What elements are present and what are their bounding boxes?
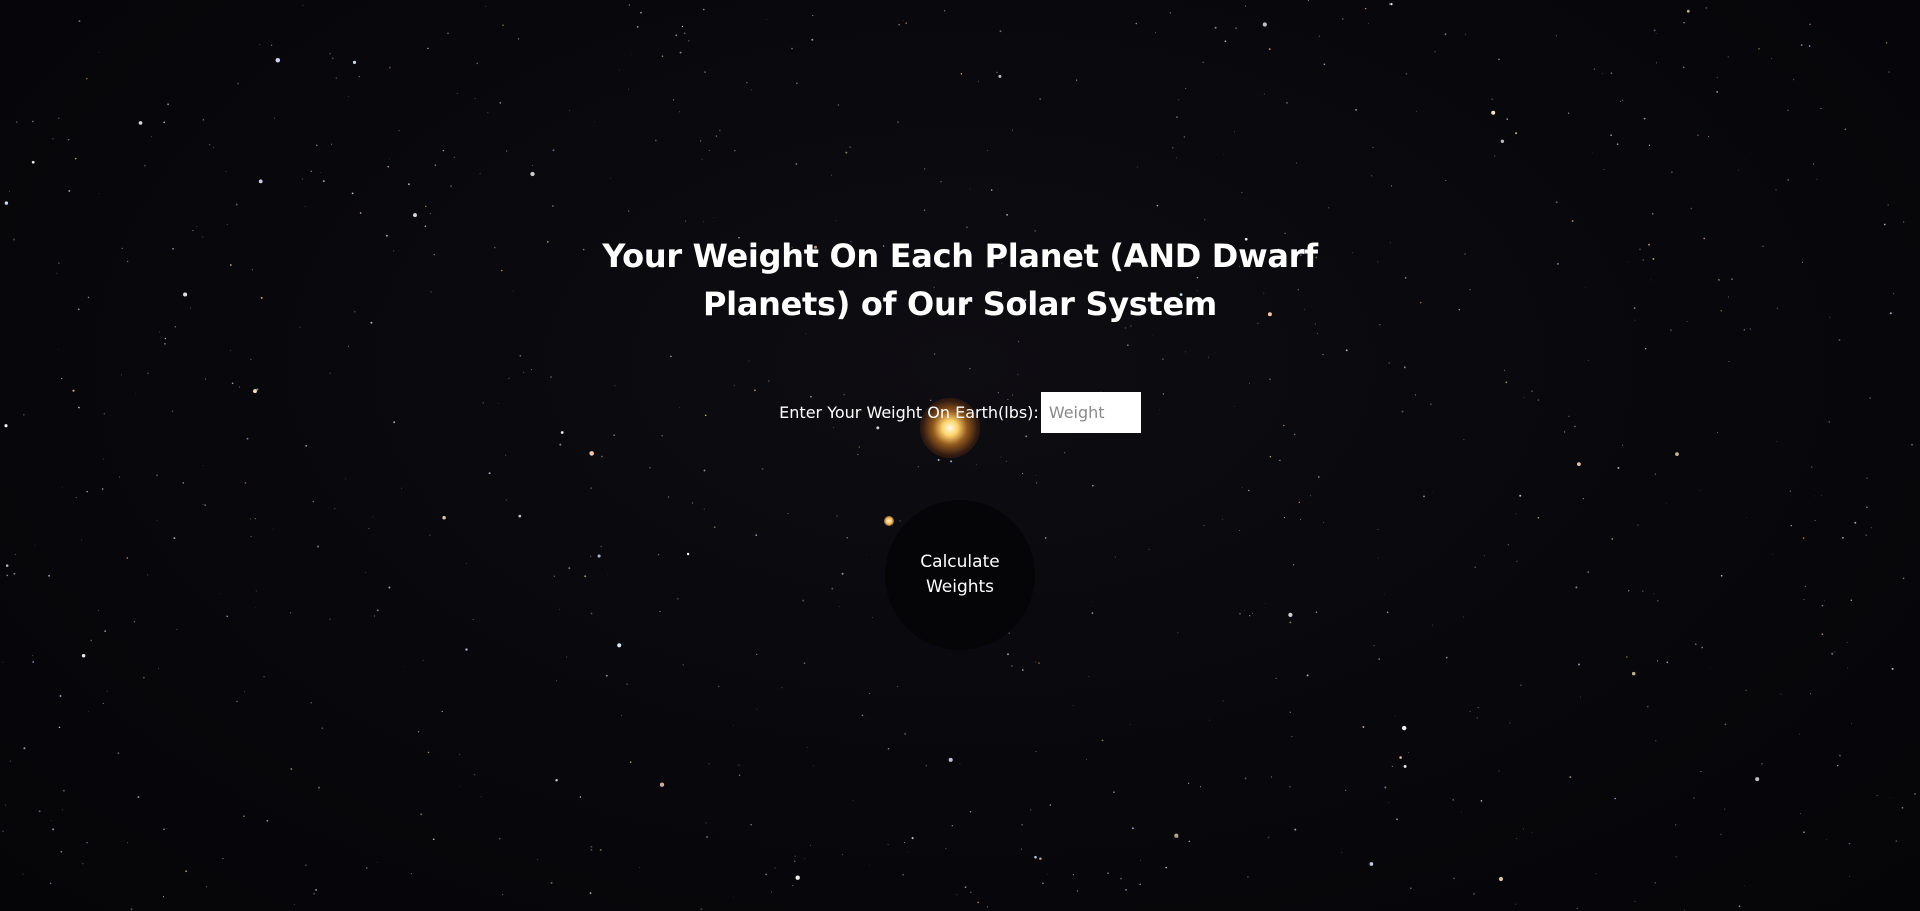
space-background: Your Weight On Each Planet (AND Dwarf Pl… (0, 0, 1920, 911)
weight-input[interactable] (1040, 392, 1141, 433)
page-title: Your Weight On Each Planet (AND Dwarf Pl… (602, 237, 1318, 323)
weight-label: Enter Your Weight On Earth(lbs): (779, 403, 1039, 422)
weight-input-row: Enter Your Weight On Earth(lbs): (0, 392, 1920, 433)
calculate-weights-button[interactable]: Calculate Weights (885, 500, 1035, 650)
main-content: Your Weight On Each Planet (AND Dwarf Pl… (0, 0, 1920, 911)
